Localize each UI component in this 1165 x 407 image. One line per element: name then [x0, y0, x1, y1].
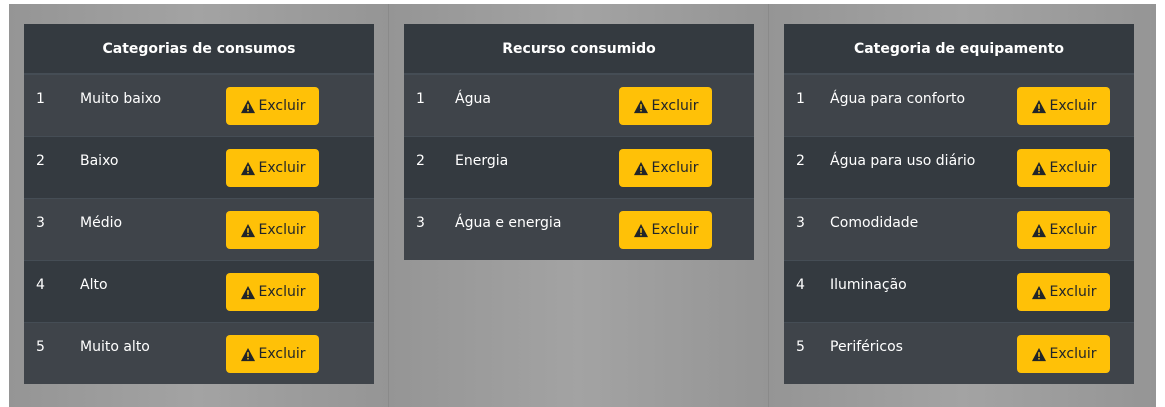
row-number: 2	[416, 153, 425, 169]
table-row: 4 Alto Excluir	[24, 260, 374, 322]
table-title: Categorias de consumos	[24, 24, 374, 74]
row-number: 3	[36, 215, 45, 231]
row-number: 3	[796, 215, 805, 231]
warning-icon	[240, 223, 255, 237]
row-number: 4	[796, 277, 805, 293]
delete-button[interactable]: Excluir	[226, 87, 319, 125]
table-row: 3 Médio Excluir	[24, 198, 374, 260]
row-name: Muito baixo	[80, 91, 162, 107]
delete-button-label: Excluir	[1049, 98, 1097, 114]
warning-icon	[633, 99, 648, 113]
warning-icon	[1031, 223, 1046, 237]
table-row: 2 Energia Excluir	[404, 136, 754, 198]
row-number: 2	[796, 153, 805, 169]
table-categoria-equipamento: Categoria de equipamento 1 Água para conf…	[784, 24, 1134, 384]
table-row: 4 Iluminação Excluir	[784, 260, 1134, 322]
warning-icon	[240, 161, 255, 175]
row-name: Água para conforto	[830, 91, 966, 107]
delete-button-label: Excluir	[1049, 160, 1097, 176]
delete-button[interactable]: Excluir	[619, 211, 712, 249]
row-name: Água	[455, 91, 491, 107]
warning-icon	[1031, 99, 1046, 113]
table-categorias-consumos: Categorias de consumos 1 Muito baixo Exclu…	[24, 24, 374, 384]
table-title: Recurso consumido	[404, 24, 754, 74]
table-row: 1 Água para conforto Excluir	[784, 74, 1134, 136]
delete-button-label: Excluir	[651, 98, 699, 114]
delete-button-label: Excluir	[258, 284, 306, 300]
row-number: 5	[796, 339, 805, 355]
row-number: 4	[36, 277, 45, 293]
delete-button-label: Excluir	[1049, 346, 1097, 362]
table-row: 5 Muito alto Excluir	[24, 322, 374, 384]
delete-button-label: Excluir	[258, 98, 306, 114]
table-row: 2 Baixo Excluir	[24, 136, 374, 198]
warning-icon	[1031, 161, 1046, 175]
warning-icon	[240, 99, 255, 113]
row-name: Comodidade	[830, 215, 919, 231]
row-number: 1	[416, 91, 425, 107]
row-number: 5	[36, 339, 45, 355]
delete-button[interactable]: Excluir	[619, 149, 712, 187]
delete-button[interactable]: Excluir	[1017, 335, 1110, 373]
delete-button[interactable]: Excluir	[619, 87, 712, 125]
delete-button[interactable]: Excluir	[226, 335, 319, 373]
table-row: 1 Muito baixo Excluir	[24, 74, 374, 136]
table-row: 2 Água para uso diário Excluir	[784, 136, 1134, 198]
table-title: Categoria de equipamento	[784, 24, 1134, 74]
warning-icon	[633, 161, 648, 175]
delete-button[interactable]: Excluir	[1017, 87, 1110, 125]
row-name: Muito alto	[80, 339, 150, 355]
row-name: Periféricos	[830, 339, 903, 355]
warning-icon	[1031, 347, 1046, 361]
row-name: Energia	[455, 153, 509, 169]
row-number: 3	[416, 215, 425, 231]
row-name: Alto	[80, 277, 108, 293]
row-number: 2	[36, 153, 45, 169]
delete-button[interactable]: Excluir	[1017, 273, 1110, 311]
warning-icon	[1031, 285, 1046, 299]
delete-button-label: Excluir	[258, 346, 306, 362]
delete-button-label: Excluir	[258, 222, 306, 238]
delete-button[interactable]: Excluir	[1017, 149, 1110, 187]
row-name: Médio	[80, 215, 123, 231]
row-name: Baixo	[80, 153, 119, 169]
table-row: 3 Água e energia Excluir	[404, 198, 754, 260]
delete-button-label: Excluir	[1049, 222, 1097, 238]
delete-button[interactable]: Excluir	[226, 211, 319, 249]
warning-icon	[633, 223, 648, 237]
delete-button-label: Excluir	[258, 160, 306, 176]
delete-button[interactable]: Excluir	[1017, 211, 1110, 249]
delete-button[interactable]: Excluir	[226, 149, 319, 187]
warning-icon	[240, 285, 255, 299]
row-name: Água e energia	[455, 215, 562, 231]
delete-button[interactable]: Excluir	[226, 273, 319, 311]
table-row: 5 Periféricos Excluir	[784, 322, 1134, 384]
table-row: 3 Comodidade Excluir	[784, 198, 1134, 260]
row-number: 1	[796, 91, 805, 107]
row-name: Água para uso diário	[830, 153, 976, 169]
warning-icon	[240, 347, 255, 361]
table-row: 1 Água Excluir	[404, 74, 754, 136]
table-recurso-consumido: Recurso consumido 1 Água Excluir 2 Energia E…	[404, 24, 754, 260]
row-name: Iluminação	[830, 277, 907, 293]
delete-button-label: Excluir	[1049, 284, 1097, 300]
delete-button-label: Excluir	[651, 160, 699, 176]
delete-button-label: Excluir	[651, 222, 699, 238]
row-number: 1	[36, 91, 45, 107]
